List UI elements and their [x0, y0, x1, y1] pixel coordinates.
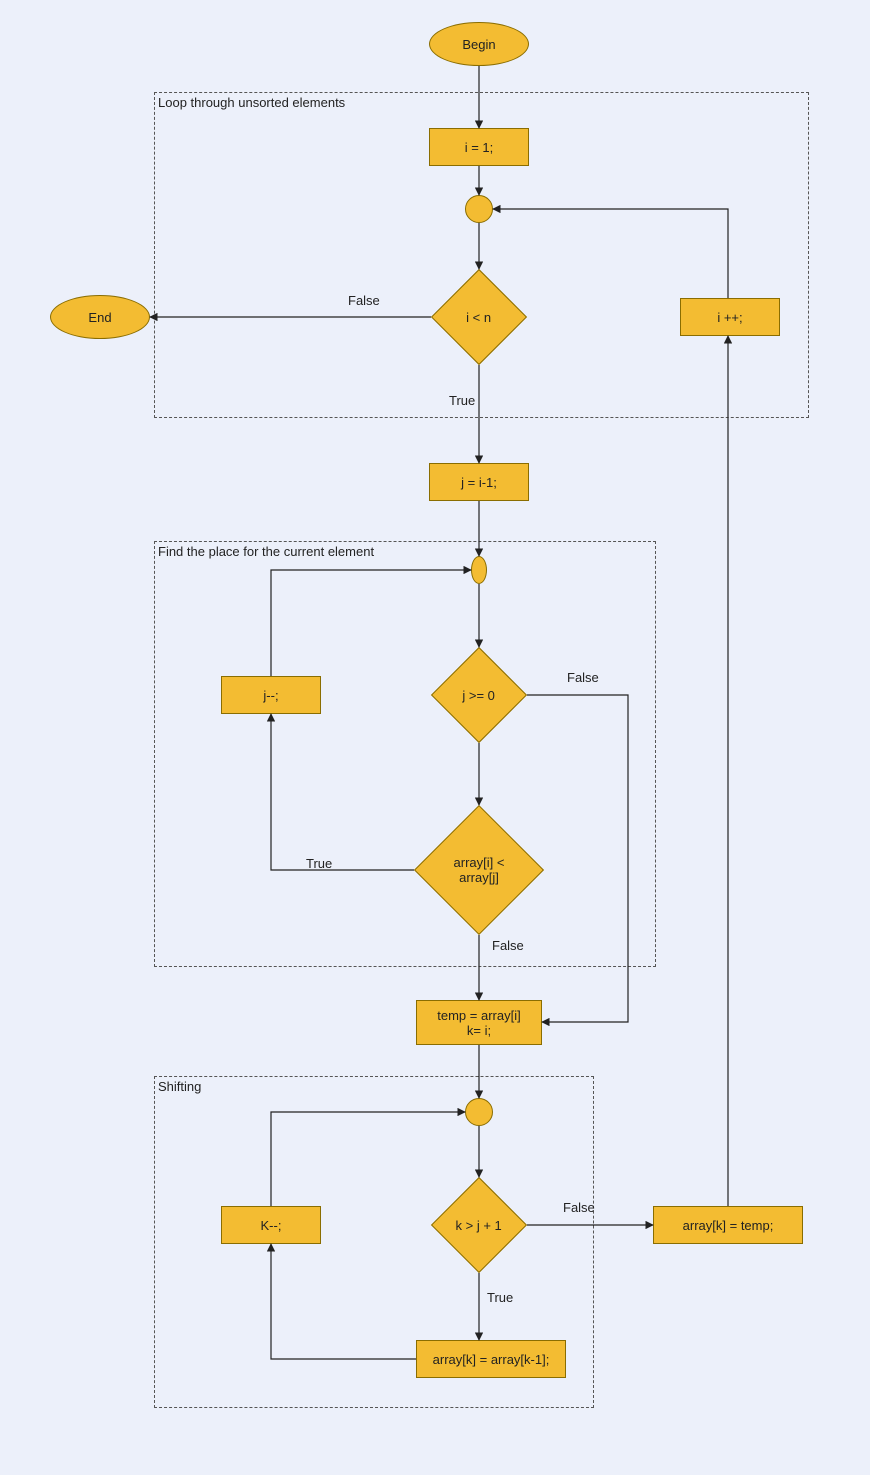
- merge-2: [471, 556, 487, 584]
- i-inc-node: i ++;: [680, 298, 780, 336]
- lbl-false-3: False: [492, 938, 524, 953]
- j-dec-node: j--;: [221, 676, 321, 714]
- begin-label: Begin: [462, 37, 495, 52]
- temp-label: temp = array[i] k= i;: [437, 1008, 520, 1038]
- j-init-node: j = i-1;: [429, 463, 529, 501]
- cond-i-label: i < n: [446, 310, 512, 325]
- group-loop-title: Loop through unsorted elements: [158, 95, 345, 110]
- merge-1: [465, 195, 493, 223]
- group-find-title: Find the place for the current element: [158, 544, 374, 559]
- lbl-true-1: True: [449, 393, 475, 408]
- j-dec-label: j--;: [263, 688, 278, 703]
- i-init-node: i = 1;: [429, 128, 529, 166]
- group-find: Find the place for the current element: [154, 541, 656, 967]
- begin-node: Begin: [429, 22, 529, 66]
- lbl-false-4: False: [563, 1200, 595, 1215]
- i-inc-label: i ++;: [717, 310, 742, 325]
- assign-k-label: array[k] = array[k-1];: [433, 1352, 550, 1367]
- temp-node: temp = array[i] k= i;: [416, 1000, 542, 1045]
- cond-k-label: k > j + 1: [446, 1218, 512, 1233]
- k-dec-label: K--;: [261, 1218, 282, 1233]
- lbl-false-2: False: [567, 670, 599, 685]
- end-node: End: [50, 295, 150, 339]
- assign-k-node: array[k] = array[k-1];: [416, 1340, 566, 1378]
- flowchart-canvas: Loop through unsorted elements Find the …: [0, 0, 870, 1475]
- lbl-true-2: True: [306, 856, 332, 871]
- merge-3: [465, 1098, 493, 1126]
- cond-j-label: j >= 0: [446, 688, 512, 703]
- group-shift-title: Shifting: [158, 1079, 201, 1094]
- end-label: End: [88, 310, 111, 325]
- lbl-true-4: True: [487, 1290, 513, 1305]
- cond-cmp-label: array[i] < array[j]: [434, 855, 524, 885]
- lbl-false-1: False: [348, 293, 380, 308]
- k-dec-node: K--;: [221, 1206, 321, 1244]
- j-init-label: j = i-1;: [461, 475, 497, 490]
- assign-temp-node: array[k] = temp;: [653, 1206, 803, 1244]
- assign-temp-label: array[k] = temp;: [683, 1218, 774, 1233]
- i-init-label: i = 1;: [465, 140, 494, 155]
